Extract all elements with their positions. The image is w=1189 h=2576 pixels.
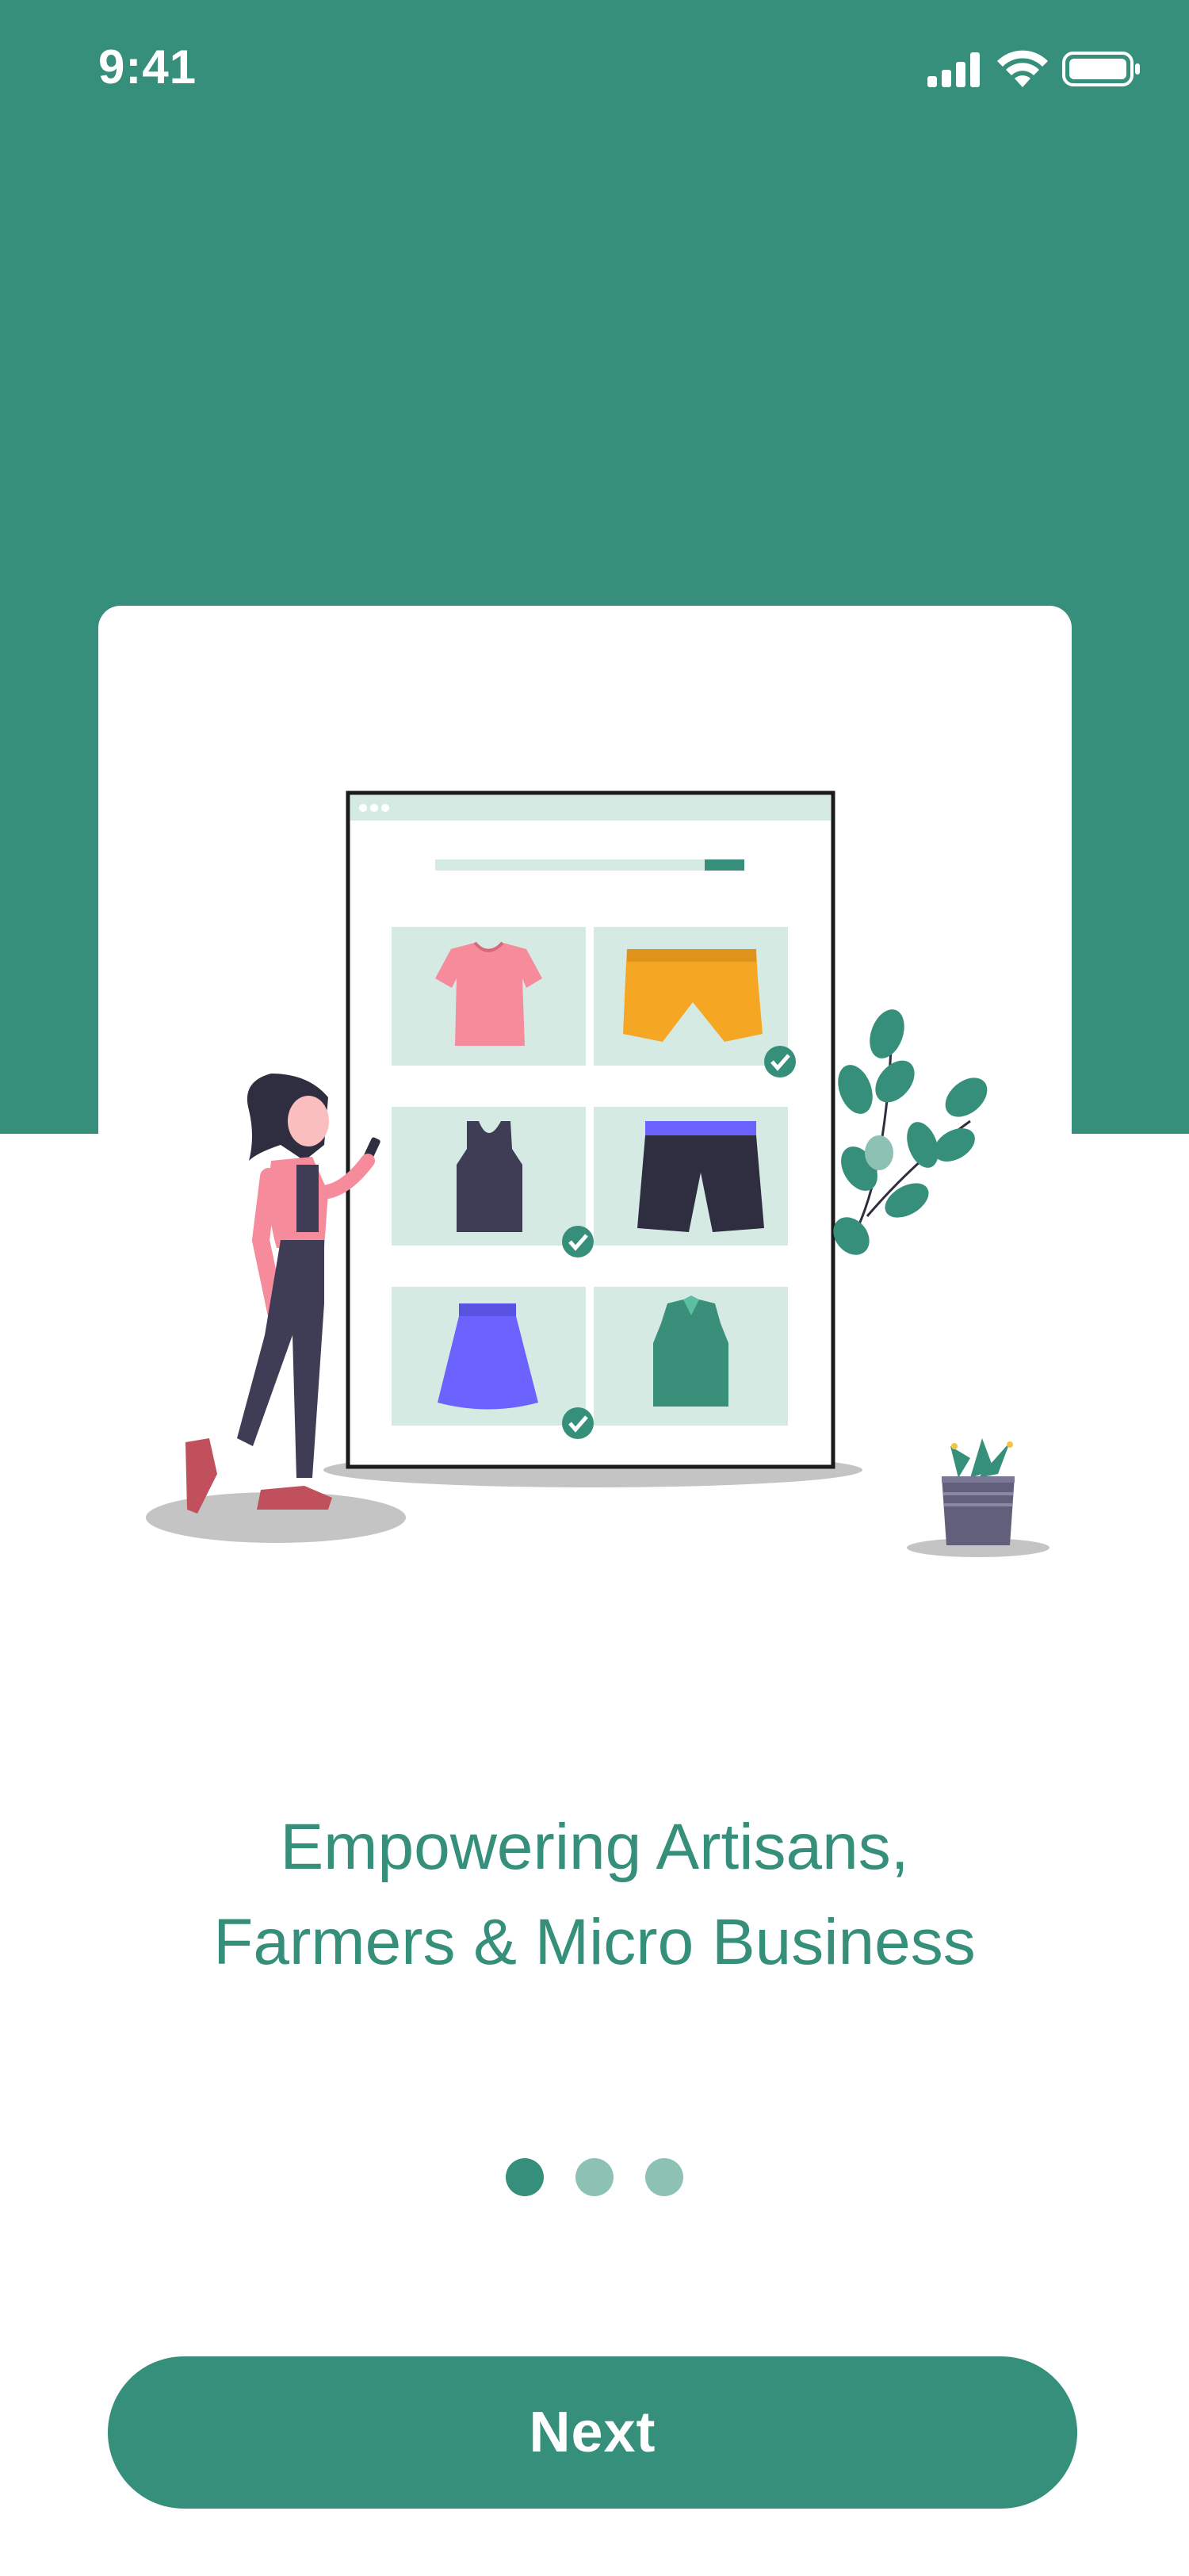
next-button[interactable]: Next	[108, 2356, 1077, 2509]
headline-line-1: Empowering Artisans,	[280, 1811, 909, 1883]
page-dot-3[interactable]	[645, 2158, 683, 2196]
headline-line-2: Farmers & Micro Business	[213, 1906, 976, 1978]
battery-icon	[1062, 52, 1140, 86]
check-badge-tank-top	[562, 1226, 594, 1257]
wifi-icon	[997, 50, 1048, 87]
tablet-icon	[346, 790, 835, 1469]
page-dot-2[interactable]	[575, 2158, 614, 2196]
illustration-card	[98, 606, 1072, 1605]
page-indicator	[0, 2158, 1189, 2196]
status-time: 9:41	[98, 40, 197, 94]
cellular-signal-icon	[927, 52, 980, 87]
page-dot-1-active[interactable]	[506, 2158, 544, 2196]
status-bar: 9:41	[0, 0, 1189, 143]
check-badge-shorts	[764, 1046, 796, 1077]
plant-icon	[833, 1009, 988, 1255]
potted-plant-icon	[942, 1438, 1015, 1545]
shopping-illustration	[146, 790, 1049, 1557]
onboarding-headline: Empowering Artisans, Farmers & Micro Bus…	[0, 1800, 1189, 1990]
check-badge-skirt	[562, 1407, 594, 1439]
